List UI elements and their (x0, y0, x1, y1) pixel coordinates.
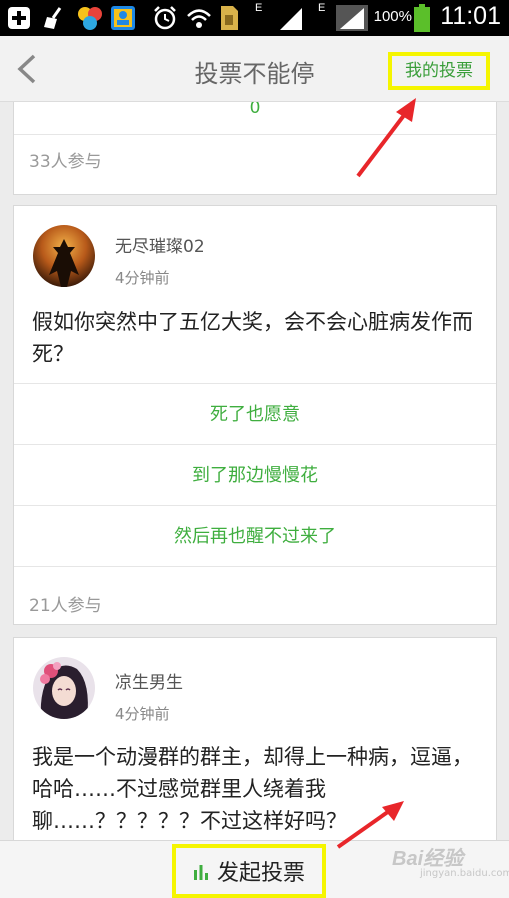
signal-icon-2 (336, 5, 368, 31)
watermark-logo: Bai经验 (392, 848, 464, 870)
vote-question[interactable]: 我是一个动漫群的群主，却得上一种病，逗逼，哈哈……不过感觉群里人绕着我聊……？？… (32, 741, 484, 837)
my-votes-button[interactable]: 我的投票 (388, 52, 490, 90)
alarm-icon (152, 5, 178, 31)
start-vote-button[interactable]: 发起投票 (172, 844, 326, 898)
avatar[interactable] (33, 225, 95, 287)
vote-card: 0 33人参与 (13, 102, 497, 195)
signal-icon-1 (278, 5, 304, 31)
post-time: 4分钟前 (115, 269, 170, 287)
vote-option[interactable]: 0 (14, 102, 496, 135)
network-type-1: E (255, 2, 263, 14)
participants-count: 21人参与 (29, 596, 102, 616)
bar-chart-icon (193, 865, 208, 880)
vote-option[interactable]: 到了那边慢慢花 (14, 444, 496, 505)
vote-question[interactable]: 假如你突然中了五亿大奖，会不会心脏病发作而死？ (32, 306, 484, 370)
contacts-app-icon (110, 5, 136, 31)
vote-option[interactable]: 然后再也醒不过来了 (14, 505, 496, 566)
vote-option[interactable]: 死了也愿意 (14, 383, 496, 444)
network-type-2: E (318, 2, 326, 14)
watermark-url: jingyan.baidu.com (420, 868, 509, 879)
vote-feed[interactable]: 0 33人参与 无尽璀璨02 4分钟前 假如你突然中了五亿大奖，会不会心脏病发作… (0, 102, 509, 840)
add-icon (6, 5, 32, 31)
vote-card: 无尽璀璨02 4分钟前 假如你突然中了五亿大奖，会不会心脏病发作而死？ 死了也愿… (13, 205, 497, 625)
participants-count: 33人参与 (29, 152, 102, 172)
app-circles-icon (76, 5, 104, 31)
username[interactable]: 凉生男生 (115, 668, 183, 693)
start-vote-label: 发起投票 (216, 861, 305, 886)
clock: 11:01 (440, 2, 501, 30)
status-bar: E E 100% 11:01 (0, 0, 509, 36)
battery-percent: 100% (373, 8, 412, 25)
divider (14, 566, 496, 567)
header-bar: 投票不能停 我的投票 (0, 36, 509, 102)
battery-icon (413, 4, 431, 32)
post-time: 4分钟前 (115, 705, 170, 723)
username[interactable]: 无尽璀璨02 (115, 232, 205, 257)
vote-card: 凉生男生 4分钟前 我是一个动漫群的群主，却得上一种病，逗逼，哈哈……不过感觉群… (13, 637, 497, 840)
sd-card-icon (218, 5, 240, 31)
avatar[interactable] (33, 657, 95, 719)
wifi-icon (186, 5, 212, 31)
broom-icon (42, 5, 68, 31)
